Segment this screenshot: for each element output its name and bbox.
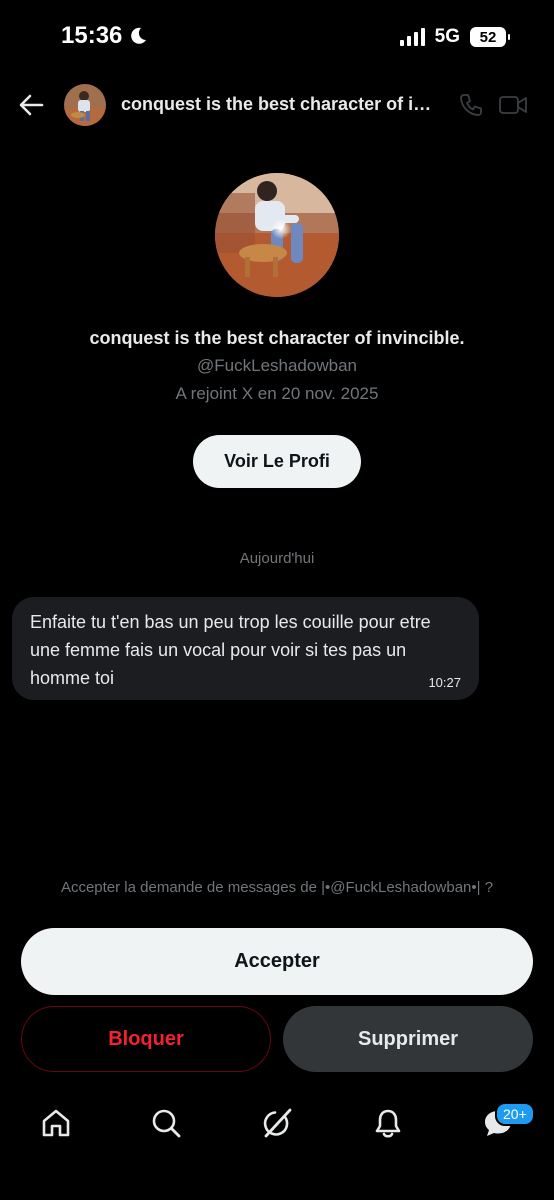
clock: 15:36 xyxy=(61,22,123,49)
network-type: 5G xyxy=(434,26,460,47)
phone-call-icon[interactable] xyxy=(458,92,484,118)
grok-icon[interactable] xyxy=(261,1107,293,1139)
search-icon[interactable] xyxy=(150,1107,182,1139)
avatar[interactable] xyxy=(64,84,106,126)
profile-avatar-photo xyxy=(215,173,339,297)
battery-icon: 52 xyxy=(470,27,510,47)
message-text: Enfaite tu t'en bas un peu trop les coui… xyxy=(30,612,431,688)
profile-name: conquest is the best character of invinc… xyxy=(89,328,465,348)
status-bar: 15:36 5G 52 xyxy=(0,0,554,76)
back-arrow-icon[interactable] xyxy=(18,92,44,118)
battery-level: 52 xyxy=(479,28,497,46)
profile-joined-date: A rejoint X en 20 nov. 2025 xyxy=(175,384,379,403)
profile-handle: @FuckLeshadowban xyxy=(197,356,357,375)
delete-button[interactable]: Supprimer xyxy=(283,1006,533,1072)
conversation-title: conquest is the best character of invinc… xyxy=(121,94,436,114)
status-time: 15:36 xyxy=(61,22,148,50)
profile-avatar[interactable] xyxy=(215,173,339,297)
block-button[interactable]: Bloquer xyxy=(21,1006,271,1072)
message-bubble[interactable]: Enfaite tu t'en bas un peu trop les coui… xyxy=(12,597,479,700)
view-profile-button[interactable]: Voir Le Profi xyxy=(193,435,361,488)
date-separator: Aujourd'hui xyxy=(239,550,315,567)
messages-badge: 20+ xyxy=(495,1102,535,1126)
signal-icon xyxy=(399,28,425,46)
conversation-header: conquest is the best character of invinc… xyxy=(0,80,554,130)
bottom-nav xyxy=(0,1095,554,1155)
video-call-icon[interactable] xyxy=(498,92,528,118)
message-time: 10:27 xyxy=(428,675,461,690)
avatar-photo xyxy=(64,84,106,126)
moon-icon xyxy=(131,27,147,44)
accept-button[interactable]: Accepter xyxy=(21,928,533,995)
message-request-prompt: Accepter la demande de messages de |•@Fu… xyxy=(60,879,494,896)
home-icon[interactable] xyxy=(40,1107,72,1139)
status-indicators: 5G 52 xyxy=(399,26,510,48)
notifications-icon[interactable] xyxy=(372,1107,404,1139)
